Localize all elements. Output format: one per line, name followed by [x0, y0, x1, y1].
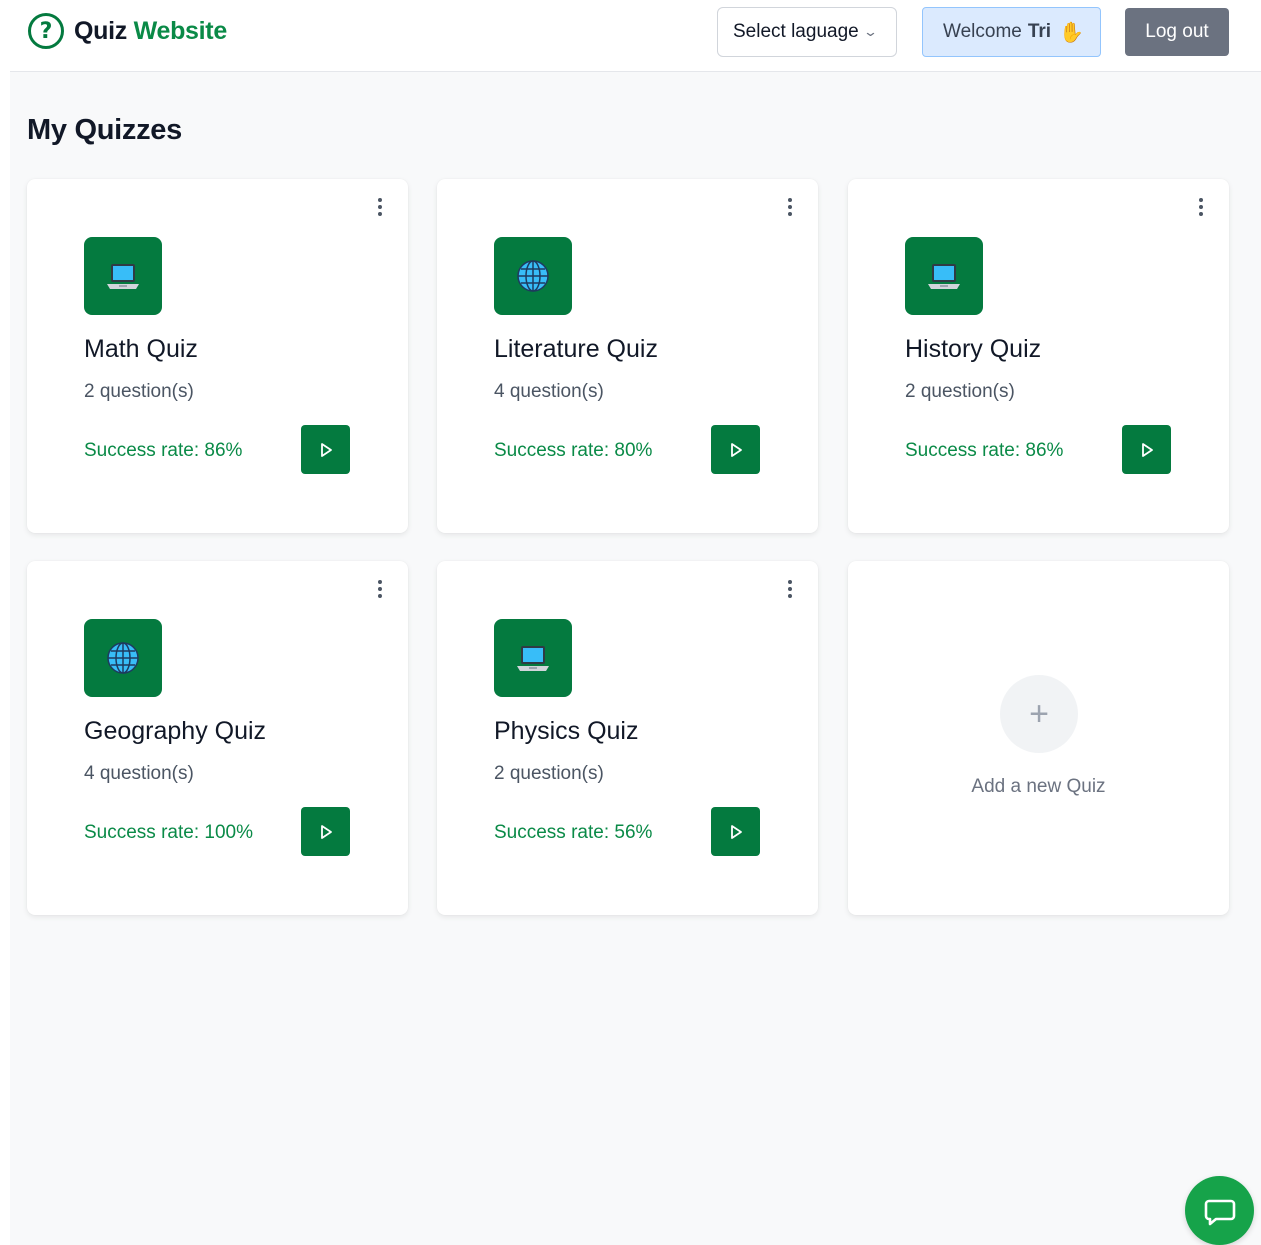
success-rate: Success rate: 86% [905, 440, 1064, 461]
more-options-icon[interactable] [1195, 195, 1207, 219]
success-rate: Success rate: 80% [494, 440, 653, 461]
quiz-title: Literature Quiz [494, 335, 658, 363]
welcome-user: Tri [1027, 21, 1052, 42]
quiz-title: History Quiz [905, 335, 1042, 363]
logout-button[interactable]: Log out [1125, 8, 1229, 56]
quiz-card: History Quiz 2 question(s) Success rate:… [848, 179, 1229, 533]
top-navbar: ? Quiz Website Select laguage ⌄ Welcome … [10, 0, 1261, 72]
more-options-icon[interactable] [374, 195, 386, 219]
waving-hand-icon: ✋ [1059, 20, 1084, 44]
quiz-card: Geography Quiz 4 question(s) Success rat… [27, 561, 408, 915]
question-count: 4 question(s) [84, 763, 194, 784]
globe-icon [494, 237, 572, 315]
more-options-icon[interactable] [784, 577, 796, 601]
add-quiz-card[interactable]: + Add a new Quiz [848, 561, 1229, 915]
welcome-badge: Welcome Tri ✋ [922, 7, 1101, 57]
quiz-title: Physics Quiz [494, 717, 639, 745]
more-options-icon[interactable] [784, 195, 796, 219]
question-count: 2 question(s) [84, 381, 194, 402]
question-count: 4 question(s) [494, 381, 604, 402]
main-content: My Quizzes Math Quiz 2 question(s) Succe… [10, 72, 1261, 1245]
brand-title: Quiz Website [74, 17, 227, 46]
laptop-icon [494, 619, 572, 697]
play-quiz-button[interactable] [711, 807, 760, 856]
welcome-prefix: Welcome [943, 21, 1022, 42]
play-icon [730, 442, 742, 457]
question-circle-icon: ? [28, 13, 64, 49]
add-quiz-label: Add a new Quiz [971, 776, 1106, 797]
play-quiz-button[interactable] [1122, 425, 1171, 474]
question-count: 2 question(s) [905, 381, 1015, 402]
play-icon [1141, 442, 1153, 457]
question-count: 2 question(s) [494, 763, 604, 784]
play-icon [320, 824, 332, 839]
quiz-card: Literature Quiz 4 question(s) Success ra… [437, 179, 818, 533]
more-options-icon[interactable] [374, 577, 386, 601]
success-rate: Success rate: 56% [494, 822, 653, 843]
play-icon [730, 824, 742, 839]
language-select[interactable]: Select laguage ⌄ [717, 7, 897, 57]
quiz-card: Physics Quiz 2 question(s) Success rate:… [437, 561, 818, 915]
quiz-card: Math Quiz 2 question(s) Success rate: 86… [27, 179, 408, 533]
success-rate: Success rate: 86% [84, 440, 243, 461]
brand-title-part1: Quiz [74, 16, 127, 45]
quiz-title: Math Quiz [84, 335, 198, 363]
play-quiz-button[interactable] [301, 425, 350, 474]
page-title: My Quizzes [27, 114, 182, 146]
play-icon [320, 442, 332, 457]
globe-icon [84, 619, 162, 697]
play-quiz-button[interactable] [301, 807, 350, 856]
laptop-icon [905, 237, 983, 315]
laptop-icon [84, 237, 162, 315]
language-select-label: Select laguage [733, 21, 859, 42]
play-quiz-button[interactable] [711, 425, 760, 474]
plus-icon: + [1000, 675, 1078, 753]
chevron-down-icon: ⌄ [862, 24, 878, 39]
brand-title-part2: Website [133, 16, 228, 45]
success-rate: Success rate: 100% [84, 822, 253, 843]
chat-button[interactable] [1185, 1176, 1254, 1245]
chat-bubble-icon [1204, 1199, 1235, 1225]
quiz-title: Geography Quiz [84, 717, 267, 745]
brand-logo[interactable]: ? Quiz Website [28, 13, 227, 49]
